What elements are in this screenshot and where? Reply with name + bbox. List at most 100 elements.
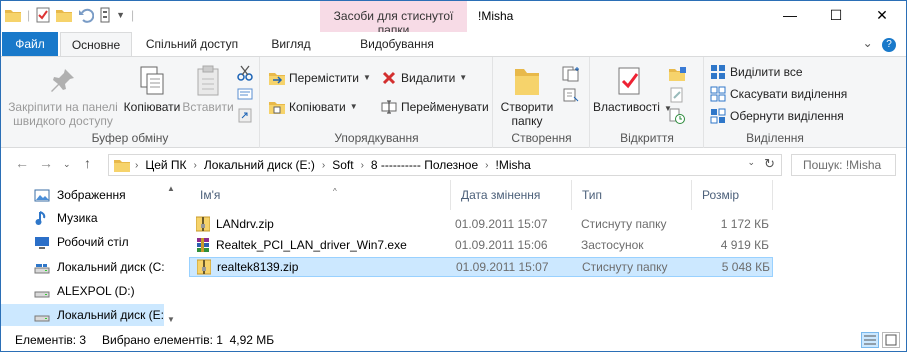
cut-icon[interactable]	[237, 65, 253, 81]
copy-icon	[140, 66, 164, 95]
address-dropdown-icon[interactable]: ⌄	[747, 157, 755, 168]
refresh-icon[interactable]: ↻	[764, 156, 775, 172]
qat-customize-icon[interactable]: ▼	[116, 7, 125, 23]
file-row[interactable]: LANdrv.zip 01.09.2011 15:07 Стиснуту пап…	[189, 215, 773, 235]
nav-pane-scrollbar[interactable]: ▲ ▼	[164, 180, 179, 328]
rename-qat-icon[interactable]	[100, 7, 110, 23]
tab-view[interactable]: Вигляд	[251, 32, 331, 56]
column-header-name[interactable]: Ім'я ^	[191, 180, 451, 210]
selection-info: Вибрано елементів: 1 4,92 МБ	[102, 333, 275, 347]
search-input[interactable]: Пошук: !Misha	[791, 154, 896, 176]
file-name: LANdrv.zip	[216, 217, 274, 231]
breadcrumb-item[interactable]: Цей ПК	[139, 158, 192, 172]
paste-button[interactable]: Вставити	[181, 65, 235, 114]
large-icons-view-button[interactable]	[882, 332, 900, 348]
new-item-icon[interactable]	[562, 66, 580, 82]
nav-item-desktop[interactable]: Робочий стіл	[1, 231, 165, 253]
copy-to-button[interactable]: Копіювати ▼	[269, 97, 358, 117]
search-placeholder: Пошук: !Misha	[803, 158, 882, 172]
invert-selection-button[interactable]: Обернути виділення	[710, 106, 844, 126]
open-group: Властивості ▼ Відкриття	[591, 57, 704, 148]
copy-path-icon[interactable]	[237, 87, 253, 101]
breadcrumb-item[interactable]: Soft	[326, 158, 359, 172]
delete-icon	[382, 71, 396, 85]
details-view-button[interactable]	[861, 332, 879, 348]
file-list: Ім'я ^ Дата змінення Тип Розмір LANdrv.z…	[181, 180, 906, 328]
nav-item-drive-e[interactable]: Локальний диск (E:)	[1, 304, 165, 326]
title-bar: | ▼ | Засоби для стиснутої папки !Misha …	[1, 1, 906, 56]
properties-qat-icon[interactable]	[36, 7, 50, 23]
item-count: Елементів: 3	[15, 333, 87, 347]
file-size: 4 919 КБ	[720, 238, 769, 252]
new-folder-qat-icon[interactable]	[56, 8, 73, 22]
copy-to-icon	[269, 102, 285, 114]
explorer-window: | ▼ | Засоби для стиснутої папки !Misha …	[0, 0, 907, 352]
pin-to-quick-access-button[interactable]: Закріпити на панелі швидкого доступу	[5, 65, 121, 128]
column-header-date[interactable]: Дата змінення	[452, 180, 572, 210]
collapse-ribbon-icon[interactable]: ⌄	[863, 36, 873, 50]
file-row[interactable]: realtek8139.zip 01.09.2011 15:07 Стиснут…	[189, 257, 773, 277]
ribbon: Закріпити на панелі швидкого доступу Коп…	[1, 56, 906, 148]
close-button[interactable]: ✕	[859, 1, 905, 31]
recent-locations-icon[interactable]: ⌄	[63, 159, 71, 170]
column-header-label: Розмір	[702, 188, 740, 202]
nav-item-label: Музика	[57, 211, 98, 225]
tab-file[interactable]: Файл	[2, 32, 58, 56]
column-header-type[interactable]: Тип	[573, 180, 692, 210]
paste-icon	[197, 65, 219, 96]
tab-home[interactable]: Основне	[60, 32, 132, 57]
delete-dropdown-icon: ▼	[459, 73, 468, 82]
rename-button[interactable]: Перейменувати	[381, 97, 489, 117]
open-icon[interactable]	[669, 66, 687, 82]
select-none-icon	[710, 86, 726, 102]
new-folder-button[interactable]: Створити папку	[496, 65, 558, 128]
edit-icon[interactable]	[669, 87, 685, 103]
nav-item-pictures[interactable]: Зображення	[1, 184, 165, 206]
navigation-pane: Зображення Музика Робочий стіл Локальний…	[1, 180, 179, 328]
properties-icon	[618, 67, 640, 95]
breadcrumb-item[interactable]: !Misha	[490, 158, 537, 172]
select-all-button[interactable]: Виділити все	[710, 62, 803, 82]
music-icon	[35, 211, 46, 225]
maximize-button[interactable]: ☐	[813, 1, 859, 31]
tab-extract[interactable]: Видобування	[334, 32, 460, 56]
up-arrow-icon[interactable]: ↑	[84, 155, 91, 171]
move-to-label: Перемістити	[289, 71, 359, 85]
delete-button[interactable]: Видалити ▼	[381, 68, 467, 88]
folder-icon	[5, 10, 21, 22]
move-to-button[interactable]: Перемістити ▼	[269, 68, 371, 88]
address-bar-row: ← → ⌄ ↑ › Цей ПК › Локальний диск (E:) ›…	[1, 149, 906, 179]
scroll-up-icon[interactable]: ▲	[167, 184, 175, 193]
copy-to-label: Копіювати	[289, 100, 346, 114]
file-row[interactable]: Realtek_PCI_LAN_driver_Win7.exe 01.09.20…	[189, 236, 773, 256]
properties-button[interactable]: Властивості ▼	[593, 65, 672, 116]
nav-item-drive-c[interactable]: Локальний диск (C:)	[1, 256, 165, 278]
history-icon[interactable]	[669, 108, 685, 124]
paste-shortcut-icon[interactable]	[238, 107, 252, 123]
back-arrow-icon[interactable]: ←	[15, 155, 29, 171]
copy-button[interactable]: Копіювати	[121, 65, 183, 114]
invert-selection-label: Обернути виділення	[730, 109, 844, 123]
zip-folder-icon	[196, 216, 210, 232]
undo-icon[interactable]	[78, 7, 95, 23]
file-name: Realtek_PCI_LAN_driver_Win7.exe	[216, 238, 407, 252]
forward-arrow-icon[interactable]: →	[39, 155, 53, 171]
nav-item-music[interactable]: Музика	[1, 207, 165, 229]
minimize-button[interactable]: —	[767, 1, 813, 31]
scroll-down-icon[interactable]: ▼	[167, 315, 175, 324]
breadcrumb-item[interactable]: 8 ---------- Полезное	[365, 158, 484, 172]
select-none-button[interactable]: Скасувати виділення	[710, 84, 847, 104]
new-folder-label: Створити папку	[500, 100, 554, 128]
tab-share[interactable]: Спільний доступ	[134, 32, 250, 56]
nav-item-drive-d[interactable]: ALEXPOL (D:)	[1, 280, 165, 302]
drive-icon	[34, 291, 50, 298]
drive-icon	[34, 315, 50, 322]
column-header-size[interactable]: Розмір	[693, 180, 773, 210]
breadcrumb-item[interactable]: Локальний диск (E:)	[198, 158, 321, 172]
pictures-icon	[34, 189, 50, 202]
help-icon[interactable]: ?	[882, 38, 896, 52]
select-group-label: Виділення	[746, 131, 804, 145]
address-box[interactable]: › Цей ПК › Локальний диск (E:) › Soft › …	[108, 154, 782, 176]
organize-group-label: Упорядкування	[334, 131, 419, 145]
easy-access-icon[interactable]	[562, 87, 580, 103]
